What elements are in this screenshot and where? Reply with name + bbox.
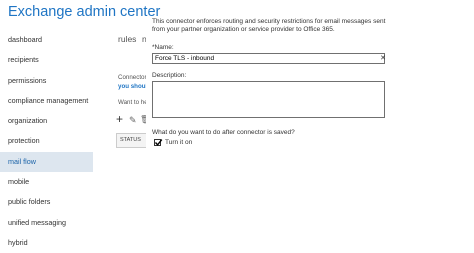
turn-on-checkbox[interactable] — [154, 139, 163, 146]
sidebar-item-permissions[interactable]: permissions — [0, 71, 93, 91]
app-title: Exchange admin center — [8, 4, 161, 20]
add-icon[interactable]: + — [116, 112, 123, 126]
name-input[interactable] — [152, 53, 385, 64]
checkmark-icon — [154, 139, 163, 146]
after-save-question: What do you want to do after connector i… — [152, 129, 295, 136]
connectors-text: Connector — [118, 74, 147, 81]
sidebar-item-protection[interactable]: protection — [0, 131, 93, 151]
sidebar-item-mail-flow[interactable]: mail flow — [0, 151, 93, 173]
sidebar-item-recipients[interactable]: recipients — [0, 50, 93, 70]
sidebar-item-compliance-management[interactable]: compliance management — [0, 91, 93, 111]
turn-on-label[interactable]: Turn it on — [165, 139, 192, 146]
sidebar-item-unified-messaging[interactable]: unified messaging — [0, 213, 93, 233]
clear-input-icon[interactable]: ✕ — [379, 53, 387, 64]
description-label: Description: — [152, 72, 187, 79]
edit-icon[interactable]: ✎ — [129, 115, 137, 126]
want-text: Want to he — [118, 99, 148, 106]
sidebar-item-dashboard[interactable]: dashboard — [0, 30, 93, 50]
sidebar-item-organization[interactable]: organization — [0, 111, 93, 131]
connector-description: This connector enforces routing and secu… — [152, 18, 386, 33]
sidebar-item-hybrid[interactable]: hybrid — [0, 233, 93, 253]
tab-rules[interactable]: rules — [118, 34, 136, 44]
new-connector-dialog: This connector enforces routing and secu… — [146, 16, 394, 166]
description-textarea[interactable] — [152, 81, 385, 118]
name-label: *Name: — [152, 44, 174, 51]
sidebar-nav: dashboard recipients permissions complia… — [0, 30, 93, 253]
sidebar-item-public-folders[interactable]: public folders — [0, 192, 93, 212]
sidebar-item-mobile[interactable]: mobile — [0, 172, 93, 192]
